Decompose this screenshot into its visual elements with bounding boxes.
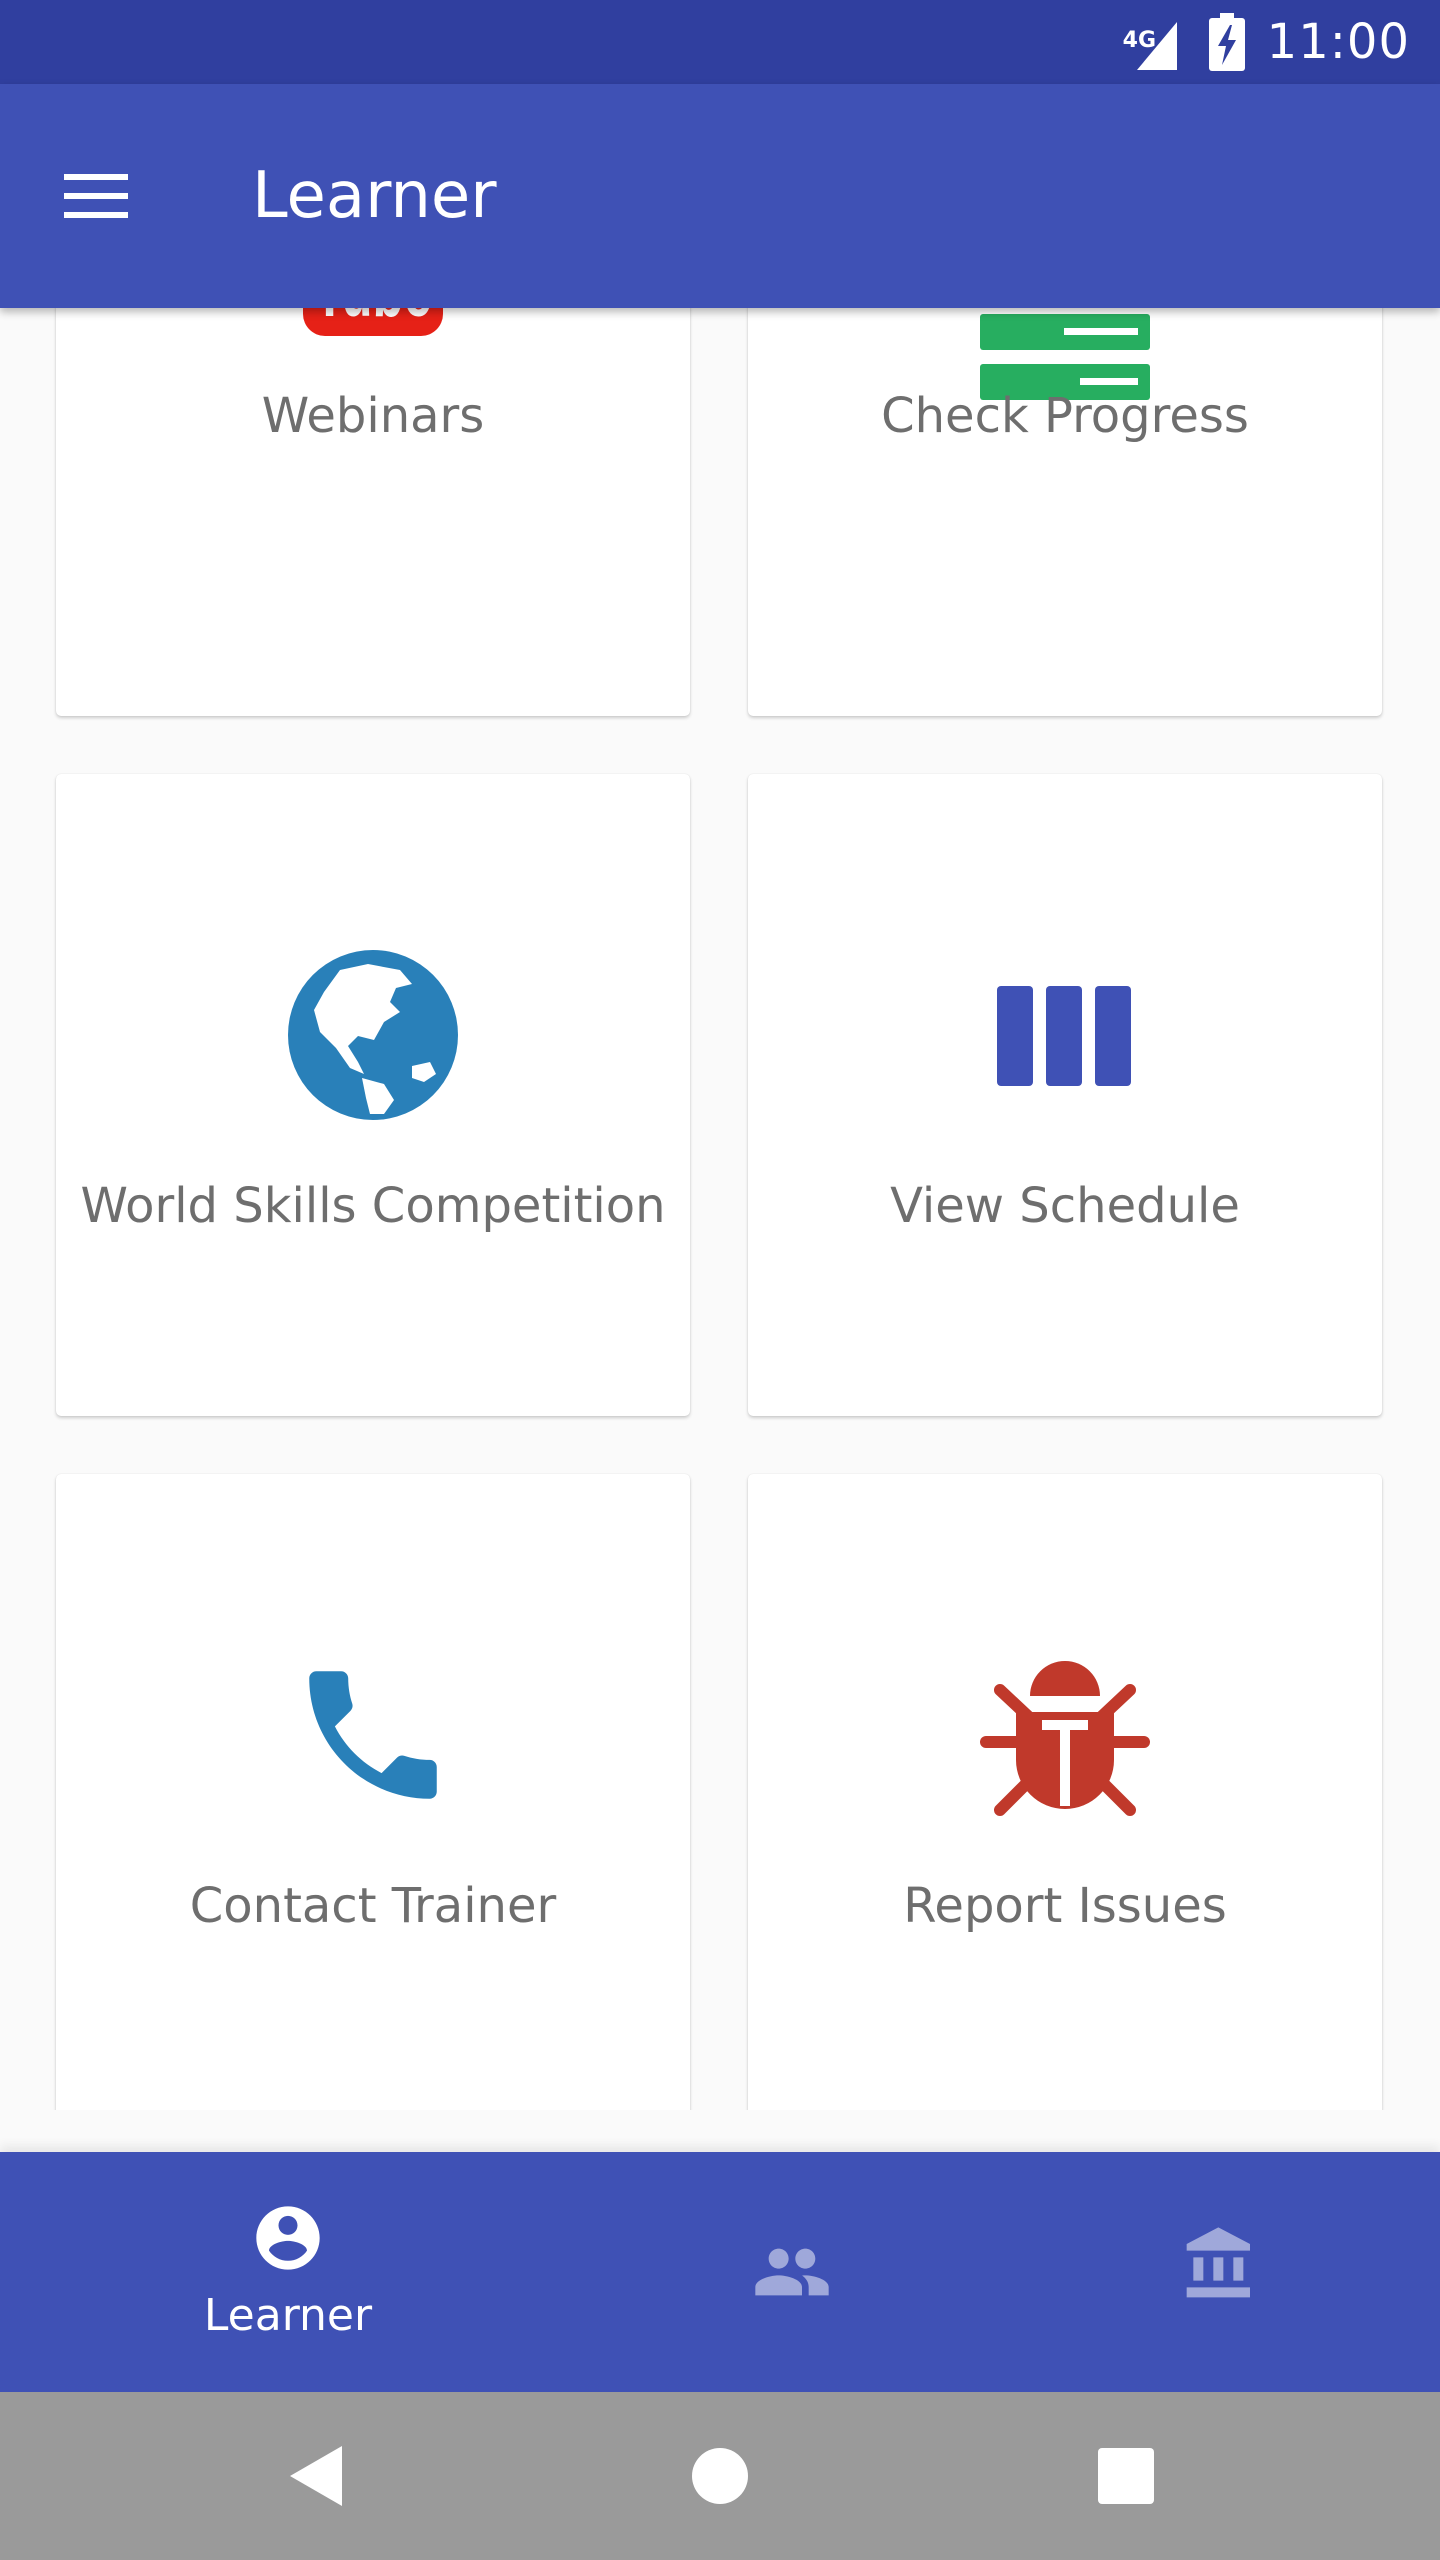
schedule-columns-icon [997,986,1131,1086]
phone-icon [309,1671,437,1799]
check-progress-card[interactable]: Check Progress [748,308,1382,716]
home-icon[interactable] [690,2446,750,2506]
status-bar: 4G 11:00 [0,0,1440,84]
youtube-icon: Tube [303,308,443,336]
report-issues-card[interactable]: Report Issues [748,1474,1382,2110]
bottom-navigation: Learner [0,2152,1440,2392]
hamburger-menu-icon [64,174,128,218]
youtube-logo-text: Tube [314,308,432,333]
account-circle-icon [256,2206,320,2270]
webinars-card[interactable]: Tube Webinars [56,308,690,716]
card-label: Contact Trainer [189,1878,557,1934]
institution-icon [1186,2227,1250,2298]
people-icon [755,2248,829,2296]
menu-button[interactable] [60,160,132,232]
cell-signal-icon: 4G [1123,12,1187,72]
world-skills-card[interactable]: World Skills Competition [56,774,690,1416]
contact-trainer-card[interactable]: Contact Trainer [56,1474,690,2110]
card-label: Check Progress [881,388,1249,444]
page-title: Learner [252,159,497,233]
app-bar: Learner [0,84,1440,308]
card-label: Report Issues [903,1878,1227,1934]
bug-icon [980,1661,1150,1816]
card-label: World Skills Competition [80,1178,666,1234]
battery-charging-icon [1208,13,1245,71]
globe-icon [288,950,458,1120]
view-schedule-card[interactable]: View Schedule [748,774,1382,1416]
card-label: Webinars [261,388,485,444]
clock: 11:00 [1266,14,1410,70]
recents-icon[interactable] [1098,2448,1154,2504]
nav-item-learner[interactable]: Learner [84,2152,492,2392]
nav-item-people[interactable] [592,2152,992,2392]
dashboard-grid: Tube Webinars Check Progress World Skill… [0,308,1440,2110]
nav-item-institution[interactable] [1020,2152,1420,2392]
system-navigation-bar [0,2392,1440,2560]
back-icon[interactable] [286,2442,346,2510]
nav-label-learner: Learner [203,2290,373,2341]
card-label: View Schedule [890,1178,1240,1234]
